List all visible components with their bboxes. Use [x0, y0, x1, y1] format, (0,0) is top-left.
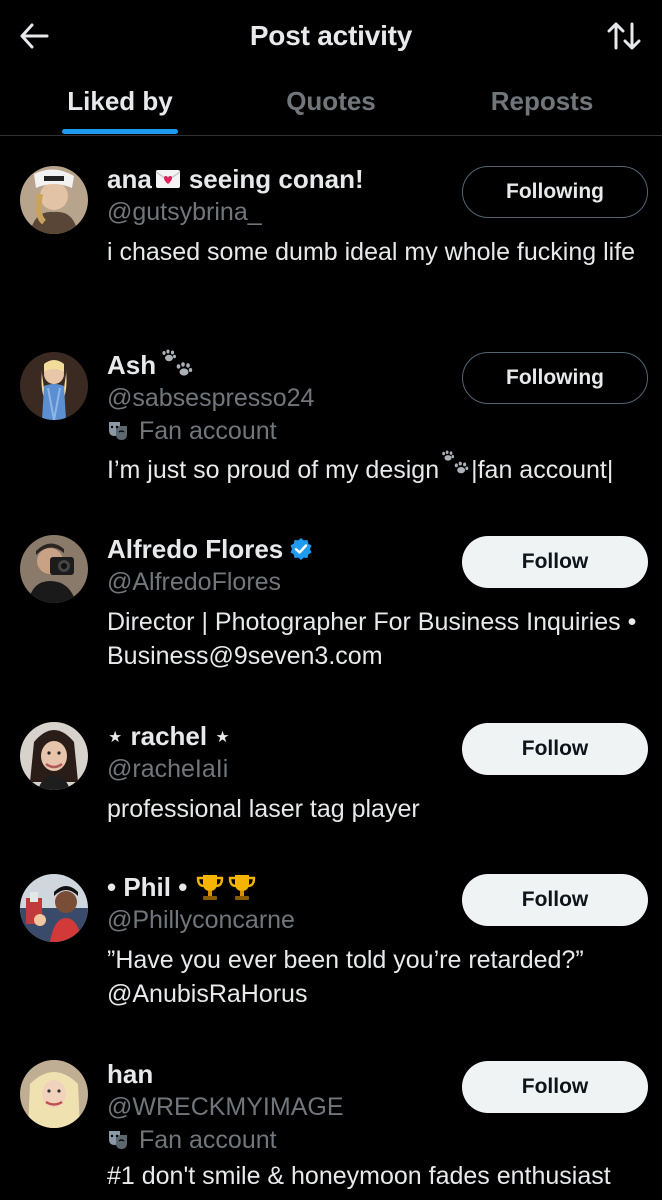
tab-reposts[interactable]: Reposts [436, 86, 648, 136]
active-tab-indicator [62, 129, 178, 134]
avatar[interactable] [20, 722, 88, 790]
following-button[interactable]: Following [462, 352, 648, 404]
paw-prints-icon [160, 349, 194, 381]
user-bio: ”Have you ever been told you’re retarded… [107, 946, 584, 1008]
sort-button[interactable] [604, 18, 644, 58]
fan-account-label: Fan account [107, 414, 648, 448]
love-letter-icon [155, 169, 181, 189]
user-bio: #1 don't smile & honeymoon fades enthusi… [107, 1162, 611, 1190]
theater-masks-icon [107, 1129, 129, 1151]
user-bio: I’m just so proud of my design |fan accou… [107, 450, 648, 487]
fan-account-label: Fan account [107, 1123, 648, 1157]
follow-button[interactable]: Follow [462, 1061, 648, 1113]
follow-button[interactable]: Follow [462, 536, 648, 588]
page-title: Post activity [249, 20, 413, 51]
follow-button[interactable]: Follow [462, 723, 648, 775]
theater-masks-icon [107, 420, 129, 442]
trophy-icon [227, 872, 257, 902]
verified-badge-icon [289, 537, 313, 561]
avatar[interactable] [20, 352, 88, 420]
top-bar: Post activity [0, 0, 662, 76]
tab-quotes[interactable]: Quotes [226, 86, 436, 136]
trophy-icon [195, 872, 225, 902]
avatar[interactable] [20, 166, 88, 234]
sort-arrows-icon [607, 21, 641, 56]
follow-button[interactable]: Follow [462, 874, 648, 926]
user-bio: Director | Photographer For Business Inq… [107, 608, 637, 670]
paw-prints-icon [439, 450, 471, 478]
tab-bar: Liked by Quotes Reposts [0, 76, 662, 136]
user-bio: i chased some dumb ideal my whole fuckin… [107, 238, 636, 266]
avatar[interactable] [20, 1060, 88, 1128]
user-bio: professional laser tag player [107, 795, 420, 823]
avatar[interactable] [20, 874, 88, 942]
avatar[interactable] [20, 535, 88, 603]
following-button[interactable]: Following [462, 166, 648, 218]
